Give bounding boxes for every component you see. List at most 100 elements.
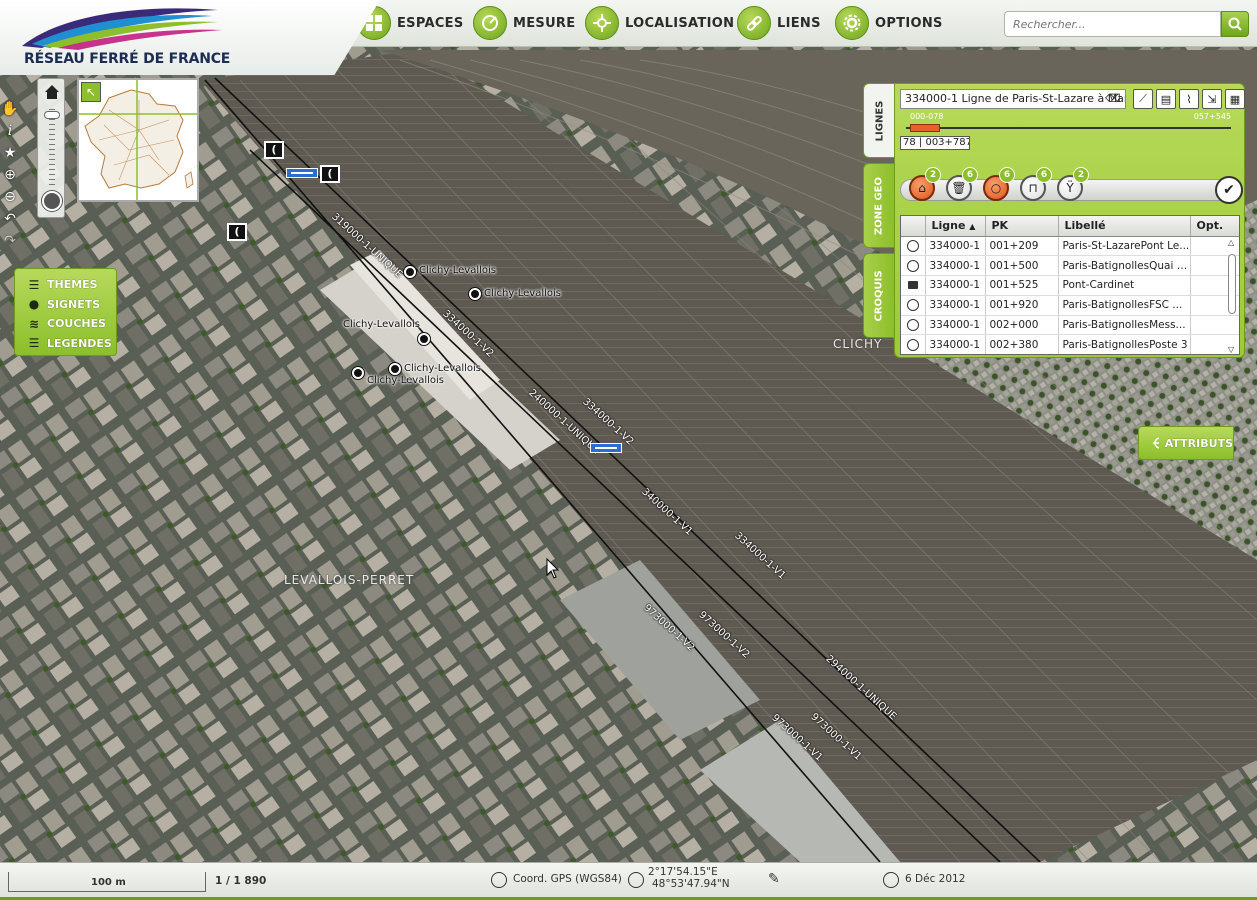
column-header-libelle[interactable]: Libellé [1058, 216, 1191, 237]
couches-button[interactable]: ≋ COUCHES [27, 314, 116, 334]
filter-circle-button[interactable]: ○ 6 [983, 167, 1015, 201]
pk-start-label: 000-078 [910, 112, 944, 121]
zoom-in-icon[interactable]: ⊕ [0, 164, 20, 186]
station-label: Clichy-Levallois [484, 288, 561, 299]
tab-label: CROQUIS [873, 269, 885, 322]
undo-icon[interactable]: ↶ [0, 208, 20, 230]
filter-count-badge: 6 [962, 167, 978, 183]
chart-icon[interactable]: ⌇ [1179, 89, 1199, 109]
top-menu-bar: ESPACES MESURE LOCALISATION LIENS OPTION… [345, 0, 1257, 47]
crossing-marker-icon[interactable] [590, 443, 622, 453]
mouse-cursor-icon [546, 558, 560, 579]
circle-icon [906, 338, 919, 351]
themes-panel: ☰ THEMES ● SIGNETS ≋ COUCHES ☰ LEGENDES [14, 268, 117, 356]
theme-label: COUCHES [47, 317, 107, 331]
cell-ligne: 334000-1 [925, 236, 986, 257]
station-marker[interactable] [418, 333, 430, 345]
edit-tool-icon[interactable]: ✎ [768, 871, 780, 887]
coord-system-label[interactable]: Coord. GPS (WGS84) [513, 873, 622, 885]
signal-marker-icon[interactable]: ( [227, 223, 247, 241]
filter-bar: ⌂ 2 🗑 6 ○ 6 ⊓ 6 Ϋ 2 [900, 167, 1238, 201]
zoom-slider-panel [37, 78, 65, 218]
legendes-button[interactable]: ☰ LEGENDES [27, 334, 116, 354]
station-marker[interactable] [352, 367, 364, 379]
scroll-up-icon[interactable]: △ [1228, 238, 1234, 247]
column-header-ligne[interactable]: Ligne ▲ [925, 216, 986, 237]
tab-croquis[interactable]: CROQUIS [863, 253, 895, 338]
cell-ligne: 334000-1 [925, 315, 986, 336]
attributs-button[interactable]: ATTRIBUTS [1138, 426, 1234, 460]
minimap-expand-icon[interactable]: ↖ [81, 82, 101, 102]
level-crossing-icon [907, 281, 918, 290]
pk-range-slider[interactable]: 000-078 057+545 [900, 112, 1233, 136]
list-icon: ☰ [28, 277, 40, 292]
lines-panel: LIGNES ZONE GEO CROQUIS 334000-1 Ligne d… [863, 83, 1245, 358]
crosshair-icon [628, 872, 644, 888]
zoom-out-icon[interactable]: ⊖ [0, 186, 20, 208]
column-header-opt[interactable]: Opt. [1190, 216, 1239, 237]
themes-button[interactable]: ☰ THEMES [27, 275, 116, 295]
table-row[interactable]: 334000-1 001+500 Paris-BatignollesQuai P… [901, 255, 1239, 277]
theme-label: LEGENDES [47, 336, 112, 350]
tab-lignes[interactable]: LIGNES [863, 83, 895, 158]
pk-selected-range[interactable] [910, 124, 940, 132]
table-row[interactable]: 334000-1 001+209 Paris-St-LazarePont Le.… [901, 236, 1239, 257]
filter-station-button[interactable]: ⌂ 2 [909, 167, 941, 201]
table-row[interactable]: 334000-1 001+920 Paris-BatignollesFSC ..… [901, 295, 1239, 316]
line-select-field[interactable]: 334000-1 Ligne de Paris-St-Lazare à Mant… [900, 89, 1126, 109]
home-icon[interactable] [43, 83, 61, 101]
circle-icon [906, 259, 919, 272]
menu-localisation[interactable]: LOCALISATION [585, 4, 734, 42]
document-icon[interactable]: ▤ [1156, 89, 1176, 109]
menu-label: MESURE [513, 15, 576, 31]
globe-icon[interactable] [42, 191, 62, 211]
export-icon[interactable]: ⇲ [1202, 89, 1222, 109]
bridge-icon: ⊓ [1028, 181, 1038, 195]
circle-icon [906, 299, 919, 312]
sort-asc-icon: ▲ [969, 222, 976, 232]
filter-signal-button[interactable]: Ϋ 2 [1057, 167, 1089, 201]
star-icon[interactable]: ★ [0, 142, 20, 164]
menu-liens[interactable]: LIENS [737, 4, 821, 42]
filter-trash-button[interactable]: 🗑 6 [946, 167, 978, 201]
menu-options[interactable]: OPTIONS [835, 4, 943, 42]
station-marker[interactable] [389, 363, 401, 375]
search-input[interactable] [1004, 11, 1221, 37]
station-marker[interactable] [469, 288, 481, 300]
signets-button[interactable]: ● SIGNETS [27, 295, 116, 315]
menu-label: LOCALISATION [625, 15, 735, 31]
signal-marker-icon[interactable]: ( [320, 165, 340, 183]
info-icon[interactable]: i [0, 120, 20, 142]
table-row[interactable]: 334000-1 001+525 Pont-Cardinet [901, 275, 1239, 296]
search-button[interactable] [1221, 11, 1249, 37]
tab-zone-geo[interactable]: ZONE GEO [863, 163, 895, 248]
crossing-marker-icon[interactable] [286, 168, 318, 178]
validate-button[interactable]: ✔ [1215, 176, 1243, 204]
signal-marker-icon[interactable]: ( [264, 141, 284, 159]
theme-label: SIGNETS [47, 297, 101, 311]
filter-bridge-button[interactable]: ⊓ 6 [1020, 167, 1052, 201]
table-icon[interactable]: ▦ [1225, 89, 1245, 109]
scroll-thumb[interactable] [1228, 254, 1236, 314]
crosshair-icon [1153, 437, 1159, 449]
zoom-track[interactable] [49, 109, 55, 189]
filter-count-badge: 2 [925, 167, 941, 183]
clear-icon[interactable]: ⌫ [1105, 92, 1121, 106]
track-tool-icon[interactable]: ⟋ [1133, 89, 1153, 109]
overview-minimap[interactable]: ↖ [77, 78, 199, 202]
zoom-slider-handle[interactable] [44, 111, 60, 119]
pk-track [906, 127, 1231, 129]
column-header-pk[interactable]: PK [985, 216, 1059, 237]
station-marker[interactable] [404, 266, 416, 278]
scroll-down-icon[interactable]: ▽ [1228, 345, 1234, 354]
table-row[interactable]: 334000-1 002+380 Paris-BatignollesPoste … [901, 334, 1239, 354]
pan-hand-icon[interactable]: ✋ [0, 98, 20, 120]
table-scrollbar[interactable]: △ ▽ [1227, 238, 1237, 354]
cell-pk: 001+500 [985, 255, 1059, 277]
redo-icon[interactable]: ↷ [0, 230, 20, 252]
cell-pk: 001+209 [985, 236, 1059, 257]
globe-icon[interactable] [491, 872, 507, 888]
table-row[interactable]: 334000-1 002+000 Paris-BatignollesMess..… [901, 315, 1239, 336]
circle-icon [906, 239, 919, 252]
menu-mesure[interactable]: MESURE [473, 4, 575, 42]
